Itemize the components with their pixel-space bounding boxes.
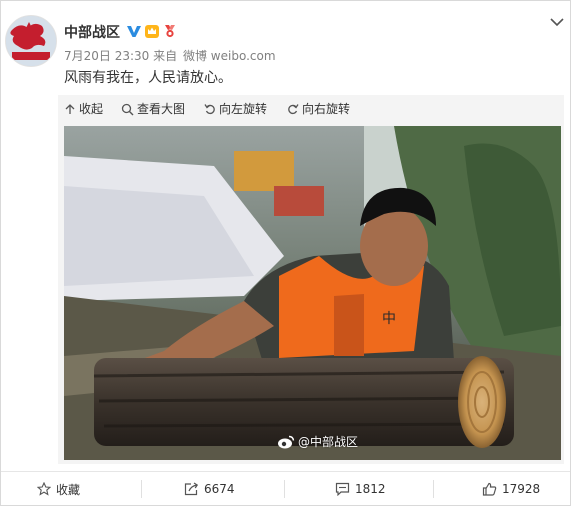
rotate-right-button[interactable]: 向右旋转 [287,95,350,123]
comment-count: 1812 [355,482,386,496]
divider [433,480,434,498]
weibo-logo-icon [278,435,295,448]
like-count: 17928 [502,482,541,496]
star-icon [37,482,51,496]
author-name[interactable]: 中部战区 [64,22,120,42]
action-bar: 收藏 6674 1812 17928 [1,471,570,506]
member-crown-icon[interactable] [144,23,160,39]
post-text: 风雨有我在，人民请放心。 [64,70,232,86]
media-viewer: 收起 查看大图 向左旋转 向右旋转 中 @中部战区 [58,95,564,464]
collapse-label: 收起 [79,102,104,116]
verified-v-icon [127,26,141,37]
comment-icon [335,482,350,496]
chevron-down-icon[interactable] [549,15,565,29]
favorite-button[interactable]: 收藏 [37,472,80,506]
rotate-right-icon [288,104,299,115]
rotate-right-label: 向右旋转 [302,102,351,116]
rotate-left-label: 向左旋转 [219,102,268,116]
repost-count: 6674 [204,482,235,496]
weibo-post-card: 中部战区 7月20日 23:30 来自 微博 weibo.com 风雨有我在，人… [0,0,571,506]
source-prefix: 来自 [153,49,178,63]
medal-badge-icon[interactable] [163,24,177,38]
rotate-left-icon [204,104,215,115]
watermark-text: @中部战区 [298,435,359,449]
magnifier-icon [121,103,134,115]
avatar-emblem-image [6,16,56,66]
collapse-button[interactable]: 收起 [64,95,103,123]
photo-watermark: @中部战区 [277,433,358,450]
view-large-label: 查看大图 [137,102,186,116]
repost-button[interactable]: 6674 [184,472,235,506]
view-large-button[interactable]: 查看大图 [121,95,185,123]
vest-text: 中 [382,311,396,327]
post-meta: 7月20日 23:30 来自 微博 weibo.com [64,47,276,64]
post-photo[interactable]: 中 @中部战区 [64,126,561,460]
post-source[interactable]: 微博 weibo.com [183,49,276,63]
comment-button[interactable]: 1812 [335,472,386,506]
divider [284,480,285,498]
repost-icon [184,482,199,496]
soldier-carrying-log-photo: 中 [64,126,561,460]
post-date[interactable]: 7月20日 23:30 [64,49,149,63]
like-button[interactable]: 17928 [482,472,540,506]
arrow-up-icon [65,104,75,114]
divider [141,480,142,498]
author-avatar[interactable] [5,15,57,67]
rotate-left-button[interactable]: 向左旋转 [204,95,267,123]
favorite-label: 收藏 [56,482,81,497]
thumbs-up-icon [482,482,497,496]
